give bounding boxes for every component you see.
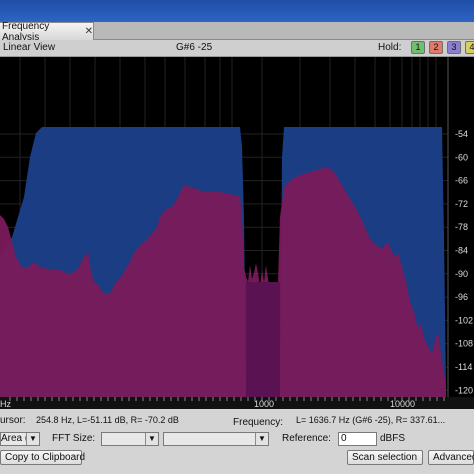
db-tick-label: -84 [455,246,468,256]
db-tick-label: -114 [455,362,472,372]
close-icon[interactable]: ✕ [85,26,93,37]
area-select[interactable]: Area ( ▼ [0,432,40,446]
db-tick-label: -90 [455,269,468,279]
notch-gap [246,282,280,397]
cursor-value: 254.8 Hz, L=-51.11 dB, R= -70.2 dB [36,415,179,425]
db-tick-label: -102 [455,315,473,325]
window-titlebar [0,0,474,22]
hold-button-4[interactable]: 4 [465,41,474,54]
frequency-value: L= 1636.7 Hz (G#6 -25), R= 337.61... [296,415,446,425]
frequency-label: Frequency: [233,417,284,428]
hold-button-2[interactable]: 2 [429,41,443,54]
tab-frequency-analysis[interactable]: Frequency Analysis ✕ [0,21,94,43]
frequency-unit: Hz [0,399,11,409]
db-tick-label: -96 [455,292,468,302]
reference-input[interactable]: 0 [338,432,377,446]
fft-size-label: FFT Size: [52,433,96,444]
bottom-controls: ursor: 254.8 Hz, L=-51.11 dB, R= -70.2 d… [0,409,474,474]
spectrum-plot[interactable]: -54 -60 -66 -72 -78 -84 -90 -96 -102 -108 -114 -120… [0,57,474,409]
scan-selection-button[interactable]: Scan selection [347,450,423,465]
note-readout: G#6 -25 [176,42,213,53]
advanced-button[interactable]: Advanced [428,450,474,465]
chevron-down-icon[interactable]: ▼ [145,433,158,445]
db-tick-label: -120 [455,385,473,395]
reference-label: Reference: [282,433,331,444]
cursor-label: ursor: [0,415,26,426]
frequency-scale: Hz 1000 10000 [0,397,474,409]
spectrum-graph[interactable]: -54 -60 -66 -72 -78 -84 -90 -96 -102 -108 -114 -120… [0,57,474,409]
tab-strip [94,22,474,40]
chevron-down-icon[interactable]: ▼ [26,433,39,445]
hold-button-1[interactable]: 1 [411,41,425,54]
hold-label: Hold: [378,42,402,53]
view-mode-label[interactable]: Linear View [3,42,55,53]
panel-toolbar: Linear View G#6 -25 Hold: 1 2 3 4 [0,40,474,57]
reference-unit: dBFS [380,433,406,444]
db-tick-label: -66 [455,176,468,186]
copy-to-clipboard-button[interactable]: Copy to Clipboard [0,450,85,465]
db-tick-label: -108 [455,339,473,349]
db-scale: -54 -60 -66 -72 -78 -84 -90 -96 -102 -108 -114 -120… [455,129,473,409]
db-tick-label: -72 [455,199,468,209]
db-tick-label: -60 [455,152,468,162]
db-tick-label: -54 [455,129,468,139]
area-select-value: Area ( [1,433,29,444]
fft-size-select[interactable]: ▼ [101,432,159,446]
db-tick-label: -78 [455,222,468,232]
frequency-tick-label: 10000 [390,399,415,409]
frequency-tick-label: 1000 [254,399,274,409]
chevron-down-icon[interactable]: ▼ [255,433,268,445]
hold-button-3[interactable]: 3 [447,41,461,54]
window-function-select[interactable]: ▼ [163,432,269,446]
